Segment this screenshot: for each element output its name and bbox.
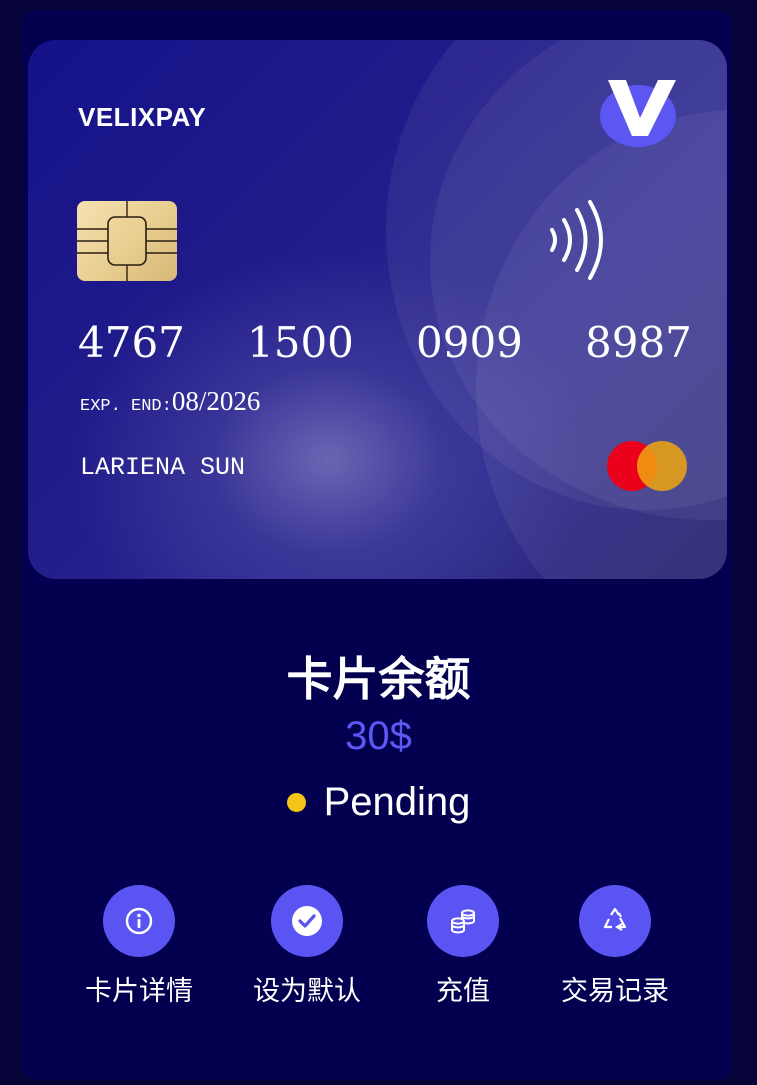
transactions-label: 交易记录	[561, 976, 669, 1007]
balance-title: 卡片余额	[286, 652, 471, 706]
coins-icon	[451, 909, 475, 934]
recycle-icon	[603, 907, 627, 931]
top-up-button[interactable]	[427, 885, 499, 957]
card-details-button[interactable]	[103, 885, 175, 957]
card-details-action[interactable]: 卡片详情	[69, 885, 209, 1008]
info-icon	[125, 907, 153, 935]
card-details-label: 卡片详情	[85, 976, 193, 1007]
check-icon	[292, 906, 322, 936]
card-number-group-3: 0909	[416, 318, 523, 367]
card-status: Pending	[0, 780, 757, 825]
expiry-label: EXP. END:	[80, 397, 172, 416]
expiry-value: 08/2026	[171, 386, 261, 416]
top-up-label: 充值	[436, 976, 490, 1007]
set-default-button[interactable]	[271, 885, 343, 957]
expiry: EXP. END:08/2026	[80, 386, 260, 417]
mastercard-logo-icon	[607, 441, 687, 491]
velixpay-logo-icon	[600, 80, 676, 147]
transactions-action[interactable]: 交易记录	[545, 885, 685, 1008]
status-text: Pending	[323, 780, 471, 824]
card-number-group-4: 8987	[585, 318, 692, 367]
card-holder-name: LARIENA SUN	[80, 453, 246, 482]
card-number-group-1: 4767	[78, 318, 185, 367]
transactions-button[interactable]	[579, 885, 651, 957]
brand-name: VELIXPAY	[78, 102, 207, 132]
set-default-action[interactable]: 设为默认	[237, 885, 377, 1008]
card-number-group-2: 1500	[247, 318, 354, 367]
chip-icon	[77, 201, 177, 281]
set-default-label: 设为默认	[253, 976, 361, 1007]
top-up-action[interactable]: 充值	[393, 885, 533, 1008]
status-dot-icon	[286, 792, 306, 812]
balance-value: 30$	[345, 714, 412, 758]
contactless-icon	[550, 200, 603, 280]
